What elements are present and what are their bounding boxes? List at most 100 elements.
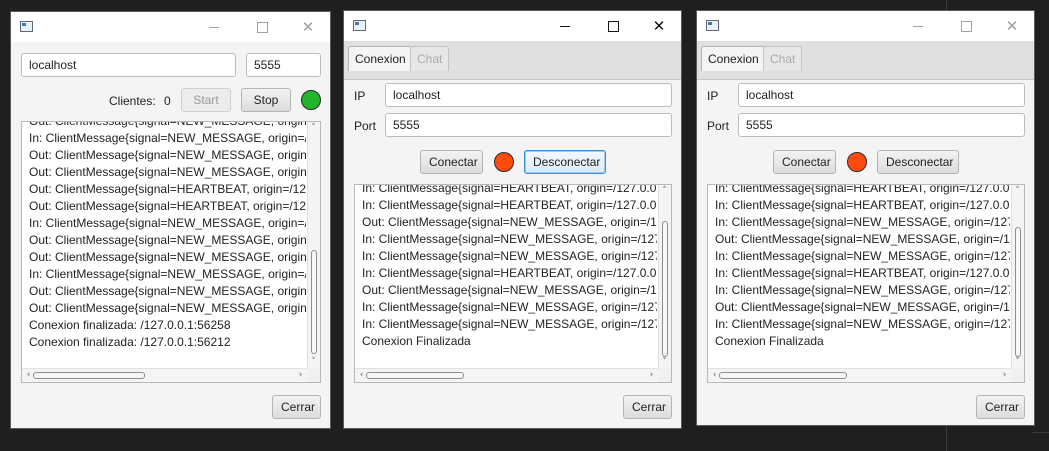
horizontal-scroll-thumb[interactable] (719, 372, 847, 379)
scroll-right-icon[interactable]: › (999, 370, 1010, 380)
close-button[interactable]: Cerrar (272, 395, 321, 419)
close-window-button[interactable]: ✕ (285, 12, 330, 42)
minimize-icon (913, 25, 923, 27)
horizontal-scrollbar[interactable]: ‹ › (708, 368, 1011, 382)
scroll-up-icon[interactable]: ˄ (659, 186, 670, 196)
scroll-corner (1011, 368, 1024, 382)
server-log-lines: Out: ClientMessage{signal=NEW_MESSAGE, o… (29, 121, 306, 368)
minimize-button[interactable] (542, 11, 588, 41)
vertical-scroll-thumb[interactable] (1015, 227, 1021, 357)
disconnect-button[interactable]: Desconectar (524, 150, 606, 174)
server-status-indicator (301, 90, 321, 110)
scroll-down-icon[interactable]: ˅ (308, 357, 319, 367)
log-line: In: ClientMessage{signal=NEW_MESSAGE, or… (715, 283, 1010, 297)
log-line: In: ClientMessage{signal=NEW_MESSAGE, or… (362, 300, 657, 314)
disconnect-button[interactable]: Desconectar (877, 150, 959, 174)
port-label: Port (707, 119, 730, 133)
tab-bar: Conexion Chat (697, 41, 1034, 80)
stop-button[interactable]: Stop (241, 88, 291, 112)
ip-label: IP (354, 89, 366, 103)
client-log-lines: In: ClientMessage{signal=HEARTBEAT, orig… (715, 185, 1010, 368)
app-window-icon (353, 20, 366, 31)
horizontal-scroll-thumb[interactable] (33, 372, 145, 379)
log-line: In: ClientMessage{signal=NEW_MESSAGE, or… (362, 317, 657, 331)
tab-chat[interactable]: Chat (763, 46, 803, 71)
minimize-icon (209, 26, 219, 28)
connection-status-indicator (494, 152, 514, 172)
horizontal-scroll-thumb[interactable] (366, 372, 464, 379)
log-line: Out: ClientMessage{signal=NEW_MESSAGE, o… (29, 165, 306, 179)
port-input[interactable]: 5555 (385, 113, 672, 137)
log-line: In: ClientMessage{signal=HEARTBEAT, orig… (362, 198, 657, 212)
client-log-lines: In: ClientMessage{signal=HEARTBEAT, orig… (362, 184, 657, 368)
log-line: In: ClientMessage{signal=NEW_MESSAGE, or… (715, 249, 1010, 263)
ip-input[interactable]: localhost (738, 83, 1025, 107)
vertical-scrollbar[interactable]: ˄ ˅ (658, 185, 671, 368)
scroll-up-icon[interactable]: ˄ (308, 123, 319, 133)
tab-conexion[interactable]: Conexion (348, 46, 413, 71)
close-icon: ✕ (1005, 17, 1019, 35)
maximize-button[interactable] (943, 11, 989, 41)
desktop-divider (1032, 432, 1049, 433)
tab-bar: Conexion Chat (344, 41, 681, 80)
app-window-icon (20, 21, 33, 32)
tab-conexion[interactable]: Conexion (701, 46, 766, 71)
log-line: In: ClientMessage{signal=HEARTBEAT, orig… (715, 266, 1010, 280)
maximize-button[interactable] (239, 12, 285, 42)
log-line: Out: ClientMessage{signal=NEW_MESSAGE, o… (715, 300, 1010, 314)
client-window-2: ✕ Conexion Chat IP localhost Port 5555 C… (696, 10, 1035, 426)
title-bar[interactable]: ✕ (344, 11, 681, 41)
log-line: In: ClientMessage{signal=NEW_MESSAGE, or… (29, 131, 306, 145)
client-log[interactable]: In: ClientMessage{signal=HEARTBEAT, orig… (354, 184, 672, 383)
server-window: ✕ localhost 5555 Clientes: 0 Start Stop … (10, 11, 331, 429)
scroll-up-icon[interactable]: ˄ (1012, 186, 1023, 196)
app-window-icon (706, 20, 719, 31)
vertical-scrollbar[interactable]: ˄ ˅ (307, 122, 320, 368)
vertical-scrollbar[interactable]: ˄ ˅ (1011, 185, 1024, 368)
vertical-scroll-thumb[interactable] (311, 250, 317, 354)
connect-button[interactable]: Conectar (420, 150, 483, 174)
vertical-scroll-thumb[interactable] (662, 221, 668, 357)
title-bar[interactable]: ✕ (697, 11, 1034, 41)
maximize-icon (607, 20, 619, 32)
log-line: Out: ClientMessage{signal=HEARTBEAT, ori… (29, 182, 306, 196)
port-input[interactable]: 5555 (246, 53, 321, 77)
port-input[interactable]: 5555 (738, 113, 1025, 137)
host-input[interactable]: localhost (21, 53, 236, 77)
scroll-down-icon[interactable]: ˅ (1012, 357, 1023, 367)
log-line: In: ClientMessage{signal=NEW_MESSAGE, or… (715, 215, 1010, 229)
close-icon: ✕ (301, 18, 315, 36)
close-window-button[interactable]: ✕ (636, 11, 681, 41)
connect-button[interactable]: Conectar (773, 150, 836, 174)
title-bar[interactable]: ✕ (11, 12, 330, 42)
scroll-right-icon[interactable]: › (646, 370, 657, 380)
log-line: Out: ClientMessage{signal=NEW_MESSAGE, o… (29, 301, 306, 315)
close-window-button[interactable]: ✕ (989, 11, 1034, 41)
clients-count: 0 (164, 94, 171, 108)
maximize-icon (960, 20, 972, 32)
horizontal-scrollbar[interactable]: ‹ › (22, 368, 307, 382)
start-button[interactable]: Start (181, 88, 231, 112)
log-line: In: ClientMessage{signal=HEARTBEAT, orig… (362, 184, 657, 195)
log-line: Out: ClientMessage{signal=NEW_MESSAGE, o… (29, 148, 306, 162)
log-line: Out: ClientMessage{signal=NEW_MESSAGE, o… (29, 250, 306, 264)
log-line: In: ClientMessage{signal=NEW_MESSAGE, or… (715, 317, 1010, 331)
scroll-corner (658, 368, 671, 382)
maximize-button[interactable] (590, 11, 636, 41)
scroll-down-icon[interactable]: ˅ (659, 357, 670, 367)
log-line: Out: ClientMessage{signal=NEW_MESSAGE, o… (29, 121, 306, 128)
server-log[interactable]: Out: ClientMessage{signal=NEW_MESSAGE, o… (21, 121, 321, 383)
log-line: Conexion finalizada: /127.0.0.1:56212 (29, 335, 231, 349)
tab-chat[interactable]: Chat (410, 46, 450, 71)
close-button[interactable]: Cerrar (976, 395, 1025, 419)
minimize-button[interactable] (895, 11, 941, 41)
scroll-right-icon[interactable]: › (295, 370, 306, 380)
log-line: Conexion Finalizada (715, 334, 824, 348)
minimize-icon (560, 25, 570, 27)
close-button[interactable]: Cerrar (623, 395, 672, 419)
client-log[interactable]: In: ClientMessage{signal=HEARTBEAT, orig… (707, 184, 1025, 383)
horizontal-scrollbar[interactable]: ‹ › (355, 368, 658, 382)
minimize-button[interactable] (191, 12, 237, 42)
ip-input[interactable]: localhost (385, 83, 672, 107)
scroll-corner (307, 368, 320, 382)
